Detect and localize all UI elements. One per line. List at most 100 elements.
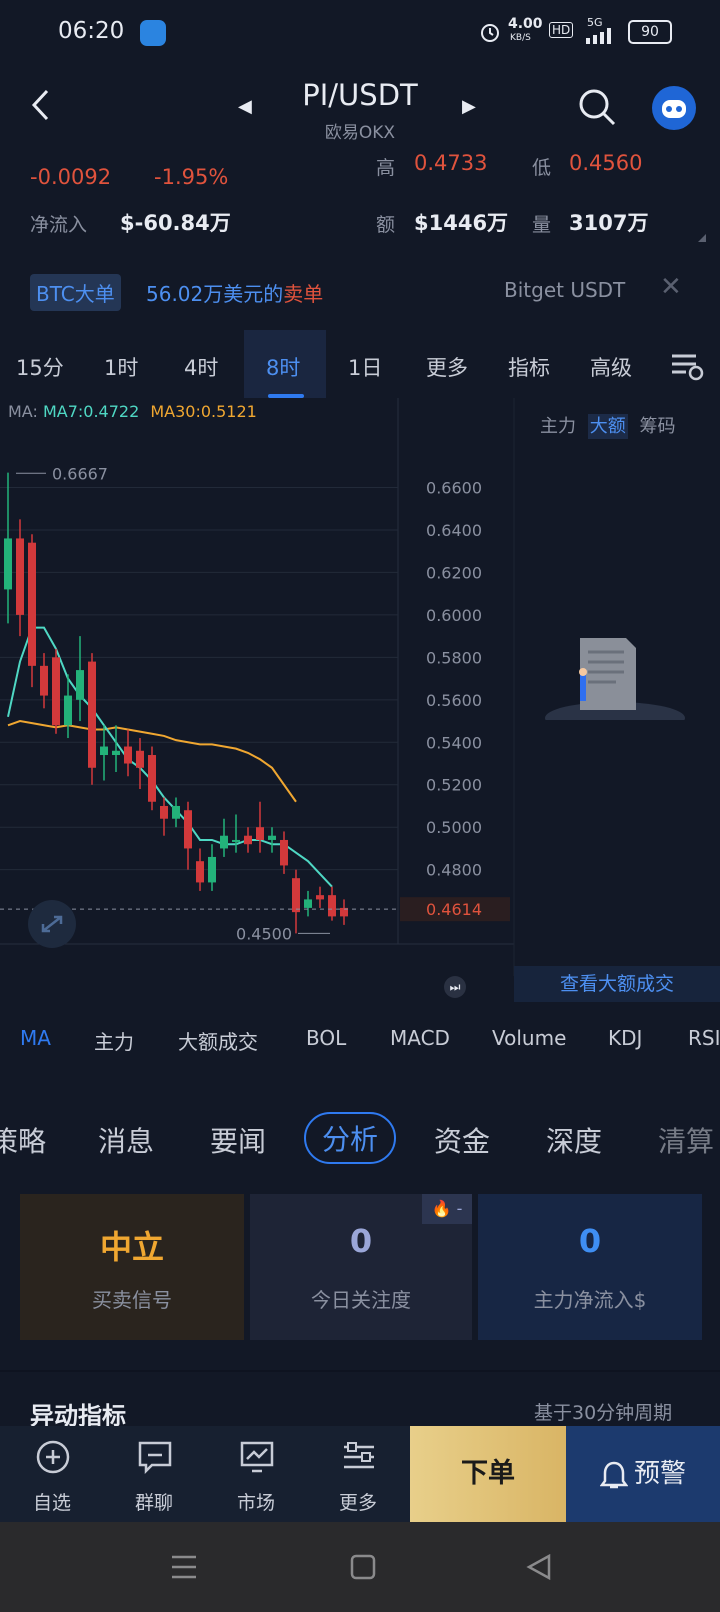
- candle-body: [4, 538, 12, 590]
- pair-title: PI/USDT: [302, 78, 418, 112]
- side-tab-chips[interactable]: 筹码: [639, 416, 675, 437]
- alarm-icon: [481, 24, 499, 42]
- system-nav-bar: [0, 1522, 720, 1612]
- timeframe-tabs: 15分 1时 4时 8时 1日 更多 指标 高级: [0, 330, 720, 398]
- attention-value: 0: [349, 1222, 373, 1260]
- big-order-text[interactable]: 56.02万美元的卖单: [146, 278, 323, 307]
- status-bar: 06:20 4.00 KB/S HD 5G 90: [0, 0, 720, 64]
- net-inflow-value: 0: [578, 1222, 602, 1260]
- volume-label: 量: [532, 214, 552, 236]
- ind-tab-volume[interactable]: Volume: [492, 1026, 566, 1050]
- home-icon[interactable]: [350, 1554, 376, 1580]
- low-value: 0.4560: [569, 151, 643, 175]
- scroll-to-latest-icon[interactable]: ⏭: [444, 976, 466, 998]
- place-order-button[interactable]: 下单: [410, 1426, 566, 1522]
- abnormal-period: 基于30分钟周期: [534, 1402, 673, 1424]
- menu-icon[interactable]: [170, 1554, 198, 1580]
- candle-body: [220, 835, 228, 849]
- net-flow-value: $-60.84万: [120, 211, 231, 235]
- low-label: 低: [532, 157, 552, 179]
- y-tick-label: 0.5400: [426, 733, 482, 752]
- y-tick-label: 0.6600: [426, 478, 482, 497]
- high-value: 0.4733: [414, 151, 488, 175]
- robot-avatar-icon[interactable]: [652, 86, 696, 130]
- nav-more-label: 更多: [338, 1492, 377, 1514]
- chart-settings-icon[interactable]: [670, 352, 706, 382]
- y-tick-label: 0.6000: [426, 606, 482, 625]
- nav-more[interactable]: 更多: [308, 1426, 408, 1522]
- tab-1d[interactable]: 1日: [348, 352, 382, 382]
- big-order-amount: 56.02万美元的: [146, 282, 284, 306]
- sec-tab-liquidation[interactable]: 清算: [658, 1120, 720, 1160]
- view-big-trades-button[interactable]: 查看大额成交: [514, 966, 720, 1002]
- candle-body: [172, 805, 180, 819]
- y-tick-label: 0.5800: [426, 648, 482, 667]
- candle-body: [328, 895, 336, 917]
- tab-1h[interactable]: 1时: [104, 352, 138, 382]
- ind-tab-big-trades[interactable]: 大额成交: [178, 1026, 258, 1055]
- tab-4h[interactable]: 4时: [184, 352, 218, 382]
- tab-advanced[interactable]: 高级: [590, 352, 632, 382]
- signal-card[interactable]: 中立 买卖信号: [20, 1194, 244, 1340]
- high-label: 高: [376, 157, 396, 179]
- candle-body: [256, 827, 264, 840]
- big-order-type: 卖单: [283, 282, 324, 306]
- sec-tab-headlines[interactable]: 要闻: [210, 1120, 266, 1160]
- back-arrow-icon[interactable]: [30, 88, 50, 131]
- nav-favorites[interactable]: 自选: [2, 1426, 102, 1522]
- side-tabs: 主力 大额 筹码: [540, 412, 675, 439]
- nav-market[interactable]: 市场: [206, 1426, 306, 1522]
- side-tab-main-force[interactable]: 主力: [540, 416, 576, 437]
- ind-tab-macd[interactable]: MACD: [390, 1026, 450, 1050]
- sec-tab-funds[interactable]: 资金: [434, 1120, 490, 1160]
- ind-tab-kdj[interactable]: KDJ: [608, 1026, 642, 1050]
- sec-tab-strategy[interactable]: 策略: [0, 1120, 46, 1160]
- ind-tab-rsi[interactable]: RSI: [688, 1026, 720, 1050]
- ind-tab-ma[interactable]: MA: [20, 1026, 51, 1050]
- back-nav-icon[interactable]: [526, 1554, 552, 1580]
- net-speed-value: 4.00: [508, 16, 543, 32]
- divider: [0, 1370, 720, 1372]
- candle-body: [268, 835, 276, 840]
- net-inflow-card[interactable]: 0 主力净流入$: [478, 1194, 702, 1340]
- candle-body: [148, 755, 156, 802]
- tab-15m[interactable]: 15分: [16, 352, 64, 382]
- tab-more[interactable]: 更多: [426, 352, 468, 382]
- y-tick-label: 0.5600: [426, 691, 482, 710]
- next-pair-icon[interactable]: ▶: [462, 96, 476, 117]
- tab-indicators[interactable]: 指标: [508, 352, 550, 382]
- candle-body: [292, 878, 300, 913]
- candle-body: [280, 839, 288, 866]
- price-change-percent: -1.95%: [154, 165, 229, 189]
- ma7-legend: MA7:0.4722: [42, 402, 140, 421]
- ind-tab-main-force[interactable]: 主力: [94, 1026, 134, 1055]
- more-icon: [344, 1442, 374, 1469]
- sec-tab-depth[interactable]: 深度: [546, 1120, 602, 1160]
- ma30-legend: MA30:0.5121: [150, 402, 257, 421]
- expand-corner-icon[interactable]: [698, 234, 706, 242]
- tab-8h[interactable]: 8时: [266, 352, 300, 382]
- y-tick-label: 0.5200: [426, 776, 482, 795]
- prev-pair-icon[interactable]: ◀: [238, 96, 252, 117]
- candle-body: [16, 538, 24, 615]
- nav-chat[interactable]: 群聊: [104, 1426, 204, 1522]
- search-icon[interactable]: [578, 88, 616, 126]
- big-order-source: Bitget USDT: [504, 278, 626, 302]
- fullscreen-icon[interactable]: [28, 900, 76, 948]
- battery-icon: 90: [628, 20, 672, 44]
- market-icon: [240, 1441, 274, 1473]
- ind-tab-boll[interactable]: BOLL: [306, 1026, 348, 1050]
- bell-icon: [599, 1461, 629, 1488]
- candle-body: [244, 835, 252, 845]
- sec-tab-analysis[interactable]: 分析: [304, 1112, 397, 1164]
- candle-body: [52, 657, 60, 726]
- close-icon[interactable]: ✕: [660, 272, 682, 302]
- fire-badge: 🔥 -: [422, 1194, 472, 1224]
- empty-state-illustration: [545, 638, 685, 720]
- sec-tab-news[interactable]: 消息: [98, 1120, 154, 1160]
- candle-body: [160, 805, 168, 819]
- price-alert-button[interactable]: 预警: [566, 1426, 720, 1522]
- hd-badge: HD: [549, 22, 574, 38]
- attention-card[interactable]: 🔥 - 0 今日关注度: [250, 1194, 472, 1340]
- side-tab-big-amount[interactable]: 大额: [587, 414, 628, 439]
